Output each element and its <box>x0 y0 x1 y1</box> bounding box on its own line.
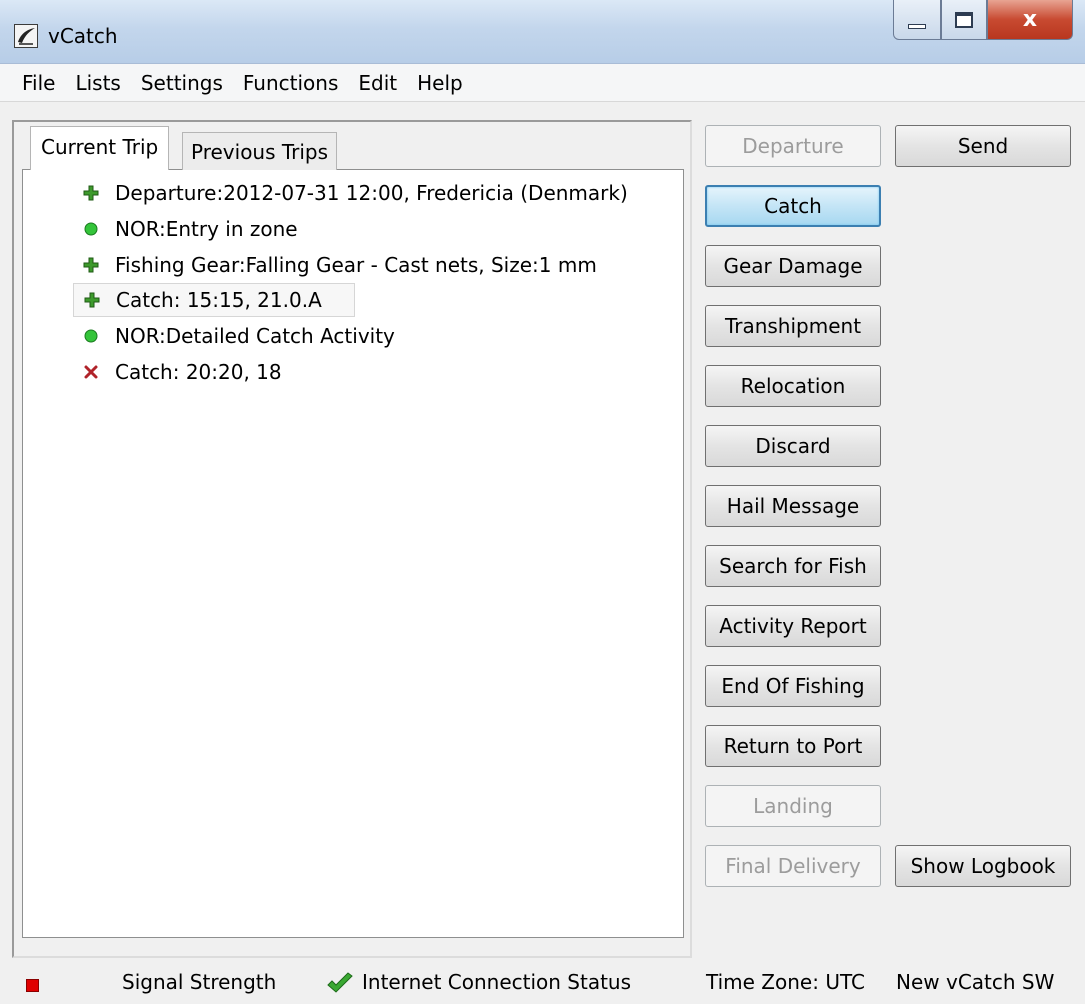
menu-file[interactable]: File <box>12 71 65 95</box>
final-delivery-button[interactable]: Final Delivery <box>705 845 881 887</box>
close-icon: x <box>1022 7 1038 32</box>
menu-edit[interactable]: Edit <box>348 71 407 95</box>
landing-button[interactable]: Landing <box>705 785 881 827</box>
list-item-selected[interactable]: Catch: 15:15, 21.0.A <box>73 283 355 317</box>
signal-strength-label: Signal Strength <box>122 970 277 994</box>
menu-settings[interactable]: Settings <box>131 71 233 95</box>
show-logbook-button[interactable]: Show Logbook <box>895 845 1071 887</box>
minimize-button[interactable] <box>893 0 941 40</box>
internet-status-label: Internet Connection Status <box>362 970 632 994</box>
checkmark-icon <box>326 972 354 1000</box>
discard-button[interactable]: Discard <box>705 425 881 467</box>
list-item[interactable]: Fishing Gear:Falling Gear - Cast nets, S… <box>79 248 597 282</box>
trip-event-list: Departure:2012-07-31 12:00, Fredericia (… <box>22 169 684 938</box>
menu-lists[interactable]: Lists <box>65 71 130 95</box>
title-bar: vCatch x <box>0 0 1085 64</box>
catch-button[interactable]: Catch <box>705 185 881 227</box>
list-item-text: NOR:Entry in zone <box>115 217 298 241</box>
menu-help[interactable]: Help <box>407 71 473 95</box>
green-circle-icon <box>79 328 103 344</box>
signal-indicator-icon <box>26 979 39 992</box>
maximize-icon <box>955 11 973 28</box>
gear-damage-button[interactable]: Gear Damage <box>705 245 881 287</box>
red-x-icon <box>79 364 103 380</box>
end-of-fishing-button[interactable]: End Of Fishing <box>705 665 881 707</box>
list-item-text: Catch: 20:20, 18 <box>115 360 282 384</box>
send-button[interactable]: Send <box>895 125 1071 167</box>
window-title: vCatch <box>48 24 118 48</box>
list-item[interactable]: Departure:2012-07-31 12:00, Fredericia (… <box>79 176 628 210</box>
list-item-text: Departure:2012-07-31 12:00, Fredericia (… <box>115 181 628 205</box>
green-circle-icon <box>79 221 103 237</box>
list-item[interactable]: Catch: 20:20, 18 <box>79 355 282 389</box>
tab-current-trip[interactable]: Current Trip <box>30 126 170 170</box>
list-item[interactable]: NOR:Detailed Catch Activity <box>79 319 395 353</box>
version-label: New vCatch SW <box>896 970 1055 994</box>
close-button[interactable]: x <box>987 0 1073 40</box>
list-item-text: Catch: 15:15, 21.0.A <box>116 288 322 312</box>
green-plus-icon <box>79 257 103 273</box>
return-to-port-button[interactable]: Return to Port <box>705 725 881 767</box>
green-plus-icon <box>80 292 104 308</box>
list-item-text: Fishing Gear:Falling Gear - Cast nets, S… <box>115 253 597 277</box>
search-for-fish-button[interactable]: Search for Fish <box>705 545 881 587</box>
minimize-icon <box>908 24 926 29</box>
maximize-button[interactable] <box>941 0 987 40</box>
menu-bar: File Lists Settings Functions Edit Help <box>0 64 1085 102</box>
departure-button[interactable]: Departure <box>705 125 881 167</box>
relocation-button[interactable]: Relocation <box>705 365 881 407</box>
list-item-text: NOR:Detailed Catch Activity <box>115 324 395 348</box>
list-item[interactable]: NOR:Entry in zone <box>79 212 298 246</box>
time-zone-label: Time Zone: UTC <box>706 970 865 994</box>
tab-previous-trips[interactable]: Previous Trips <box>182 132 338 170</box>
menu-functions[interactable]: Functions <box>233 71 349 95</box>
green-plus-icon <box>79 185 103 201</box>
transhipment-button[interactable]: Transhipment <box>705 305 881 347</box>
vcatch-app-icon <box>14 24 38 48</box>
hail-message-button[interactable]: Hail Message <box>705 485 881 527</box>
activity-report-button[interactable]: Activity Report <box>705 605 881 647</box>
